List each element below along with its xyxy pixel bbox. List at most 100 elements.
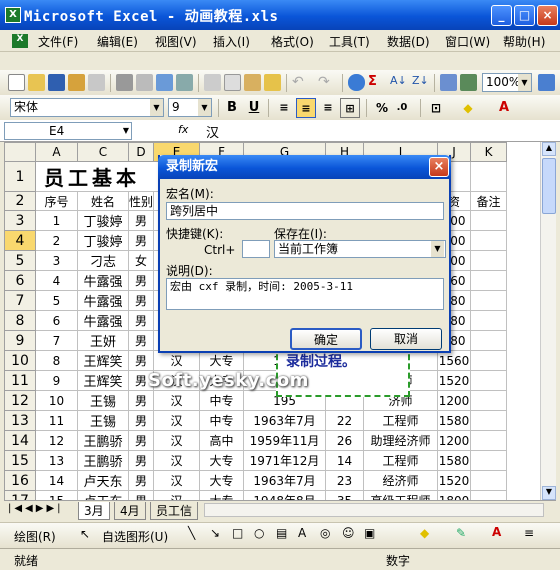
table-cell[interactable]: 14 bbox=[35, 470, 78, 491]
table-cell[interactable]: 14 bbox=[325, 450, 365, 471]
borders-button[interactable]: ⊡ bbox=[426, 98, 446, 118]
table-cell[interactable]: 牛露强 bbox=[77, 290, 129, 311]
cell[interactable] bbox=[470, 161, 508, 192]
copy-icon[interactable] bbox=[224, 74, 241, 91]
table-cell[interactable]: 1200 bbox=[437, 390, 472, 411]
table-cell[interactable]: 11 bbox=[35, 410, 78, 431]
table-row[interactable]: 14 12 王鹏骄男汉高中 1959年11月 26 助理经济师 1200 bbox=[4, 430, 508, 451]
table-cell[interactable] bbox=[470, 370, 508, 391]
maximize-button[interactable]: □ bbox=[514, 5, 535, 26]
table-cell[interactable] bbox=[470, 450, 508, 471]
table-cell[interactable]: 男 bbox=[127, 470, 155, 491]
table-row[interactable]: 12 10 王锡男汉中专 195 济师 1200 bbox=[4, 390, 508, 411]
table-cell[interactable]: 8 bbox=[35, 350, 78, 371]
hyperlink-icon[interactable] bbox=[348, 74, 365, 91]
autosum-icon[interactable]: Σ bbox=[368, 74, 385, 91]
table-cell[interactable]: 13 bbox=[35, 450, 78, 471]
row-header[interactable]: 10 bbox=[4, 350, 36, 371]
table-cell[interactable]: 1948年8月 bbox=[243, 490, 327, 500]
table-cell[interactable] bbox=[470, 210, 508, 231]
table-cell[interactable]: 23 bbox=[325, 470, 365, 491]
merge-center-button[interactable]: ⊞ bbox=[340, 98, 360, 118]
menu-help[interactable]: 帮助(H) bbox=[503, 33, 545, 50]
table-cell[interactable]: 男 bbox=[127, 270, 155, 291]
shortcut-key-input[interactable] bbox=[242, 240, 270, 258]
table-cell[interactable] bbox=[470, 330, 508, 351]
table-cell[interactable]: 男 bbox=[127, 210, 155, 231]
name-box[interactable]: E4 ▼ bbox=[4, 122, 132, 140]
clipart-icon[interactable]: ☺ bbox=[342, 526, 355, 540]
table-cell[interactable] bbox=[470, 250, 508, 271]
table-cell[interactable]: 6 bbox=[35, 310, 78, 331]
table-cell[interactable]: 王锡 bbox=[77, 410, 129, 431]
table-cell[interactable]: 王鹏骄 bbox=[77, 450, 129, 471]
new-icon[interactable] bbox=[8, 74, 25, 91]
bold-button[interactable]: B bbox=[222, 98, 242, 118]
help-icon[interactable] bbox=[538, 74, 555, 91]
rectangle-icon[interactable]: □ bbox=[232, 526, 243, 540]
cut-icon[interactable] bbox=[204, 74, 221, 91]
research-icon[interactable] bbox=[176, 74, 193, 91]
table-cell[interactable]: 工程师 bbox=[363, 450, 439, 471]
scroll-down-arrow[interactable]: ▼ bbox=[542, 486, 556, 500]
table-cell[interactable]: 经济师 bbox=[363, 470, 439, 491]
row-header[interactable]: 16 bbox=[4, 470, 36, 491]
table-cell[interactable] bbox=[470, 270, 508, 291]
menu-data[interactable]: 数据(D) bbox=[387, 33, 430, 50]
sheet-tab-mar[interactable]: 3月 bbox=[78, 502, 110, 520]
table-cell[interactable]: 王辉笑 bbox=[77, 370, 129, 391]
table-cell[interactable]: 12 bbox=[35, 430, 78, 451]
fx-icon[interactable]: fx bbox=[178, 123, 188, 136]
close-button[interactable]: × bbox=[537, 5, 558, 26]
table-cell[interactable]: 汉 bbox=[153, 390, 201, 411]
table-cell[interactable]: 男 bbox=[127, 410, 155, 431]
scroll-thumb[interactable] bbox=[542, 158, 556, 214]
row-header[interactable]: 14 bbox=[4, 430, 36, 451]
table-cell[interactable]: 助理经济师 bbox=[363, 430, 439, 451]
row-header[interactable]: 11 bbox=[4, 370, 36, 391]
vertical-scrollbar[interactable]: ▲ ▼ bbox=[540, 142, 556, 500]
description-input[interactable]: 宏由 cxf 录制，时间: 2005-3-11 bbox=[166, 278, 444, 310]
row-header[interactable]: 6 bbox=[4, 270, 36, 291]
wordart-icon[interactable]: A bbox=[298, 526, 306, 540]
align-center-button[interactable]: ≡ bbox=[296, 98, 316, 118]
row-header[interactable]: 1 bbox=[4, 161, 36, 192]
print-icon[interactable] bbox=[116, 74, 133, 91]
table-cell[interactable] bbox=[470, 490, 508, 500]
table-cell[interactable] bbox=[470, 430, 508, 451]
table-cell[interactable]: 牛露强 bbox=[77, 270, 129, 291]
table-cell[interactable]: 牛露强 bbox=[77, 310, 129, 331]
zoom-select[interactable]: 100% ▼ bbox=[482, 73, 532, 92]
table-cell[interactable]: 汉 bbox=[153, 350, 201, 371]
row-header[interactable]: 13 bbox=[4, 410, 36, 431]
cancel-button[interactable]: 取消 bbox=[370, 328, 442, 350]
sheet-tab-staff[interactable]: 员工信 bbox=[150, 502, 199, 520]
arrow-icon[interactable]: ↘ bbox=[210, 526, 220, 540]
align-right-button[interactable]: ≡ bbox=[318, 98, 338, 118]
menu-format[interactable]: 格式(O) bbox=[271, 33, 314, 50]
increase-decimal-button[interactable]: .0 bbox=[392, 98, 412, 118]
table-cell[interactable]: 男 bbox=[127, 430, 155, 451]
table-cell[interactable] bbox=[470, 310, 508, 331]
font-color-icon[interactable]: A bbox=[494, 98, 514, 118]
col-header-k[interactable]: K bbox=[470, 142, 508, 162]
table-cell[interactable]: 4 bbox=[35, 270, 78, 291]
table-cell[interactable]: 中专 bbox=[199, 390, 245, 411]
table-cell[interactable]: 15 bbox=[35, 490, 78, 500]
table-cell[interactable] bbox=[470, 230, 508, 251]
table-cell[interactable]: 卢天东 bbox=[77, 470, 129, 491]
table-cell[interactable] bbox=[470, 410, 508, 431]
table-cell[interactable]: 7 bbox=[35, 330, 78, 351]
table-cell[interactable]: 男 bbox=[127, 350, 155, 371]
font-size-select[interactable]: 9 ▼ bbox=[168, 98, 212, 117]
redo-icon[interactable]: ↷ bbox=[318, 74, 335, 91]
table-cell[interactable]: 王锡 bbox=[77, 390, 129, 411]
table-cell[interactable]: 男 bbox=[127, 310, 155, 331]
col-header-c[interactable]: C bbox=[77, 142, 129, 162]
table-cell[interactable]: 王鹏骄 bbox=[77, 430, 129, 451]
table-cell[interactable]: 1963年7月 bbox=[243, 410, 327, 431]
picture-icon[interactable]: ▣ bbox=[364, 526, 375, 540]
menu-insert[interactable]: 插入(I) bbox=[213, 33, 250, 50]
table-cell[interactable]: 2 bbox=[35, 230, 78, 251]
table-cell[interactable]: 女 bbox=[127, 250, 155, 271]
